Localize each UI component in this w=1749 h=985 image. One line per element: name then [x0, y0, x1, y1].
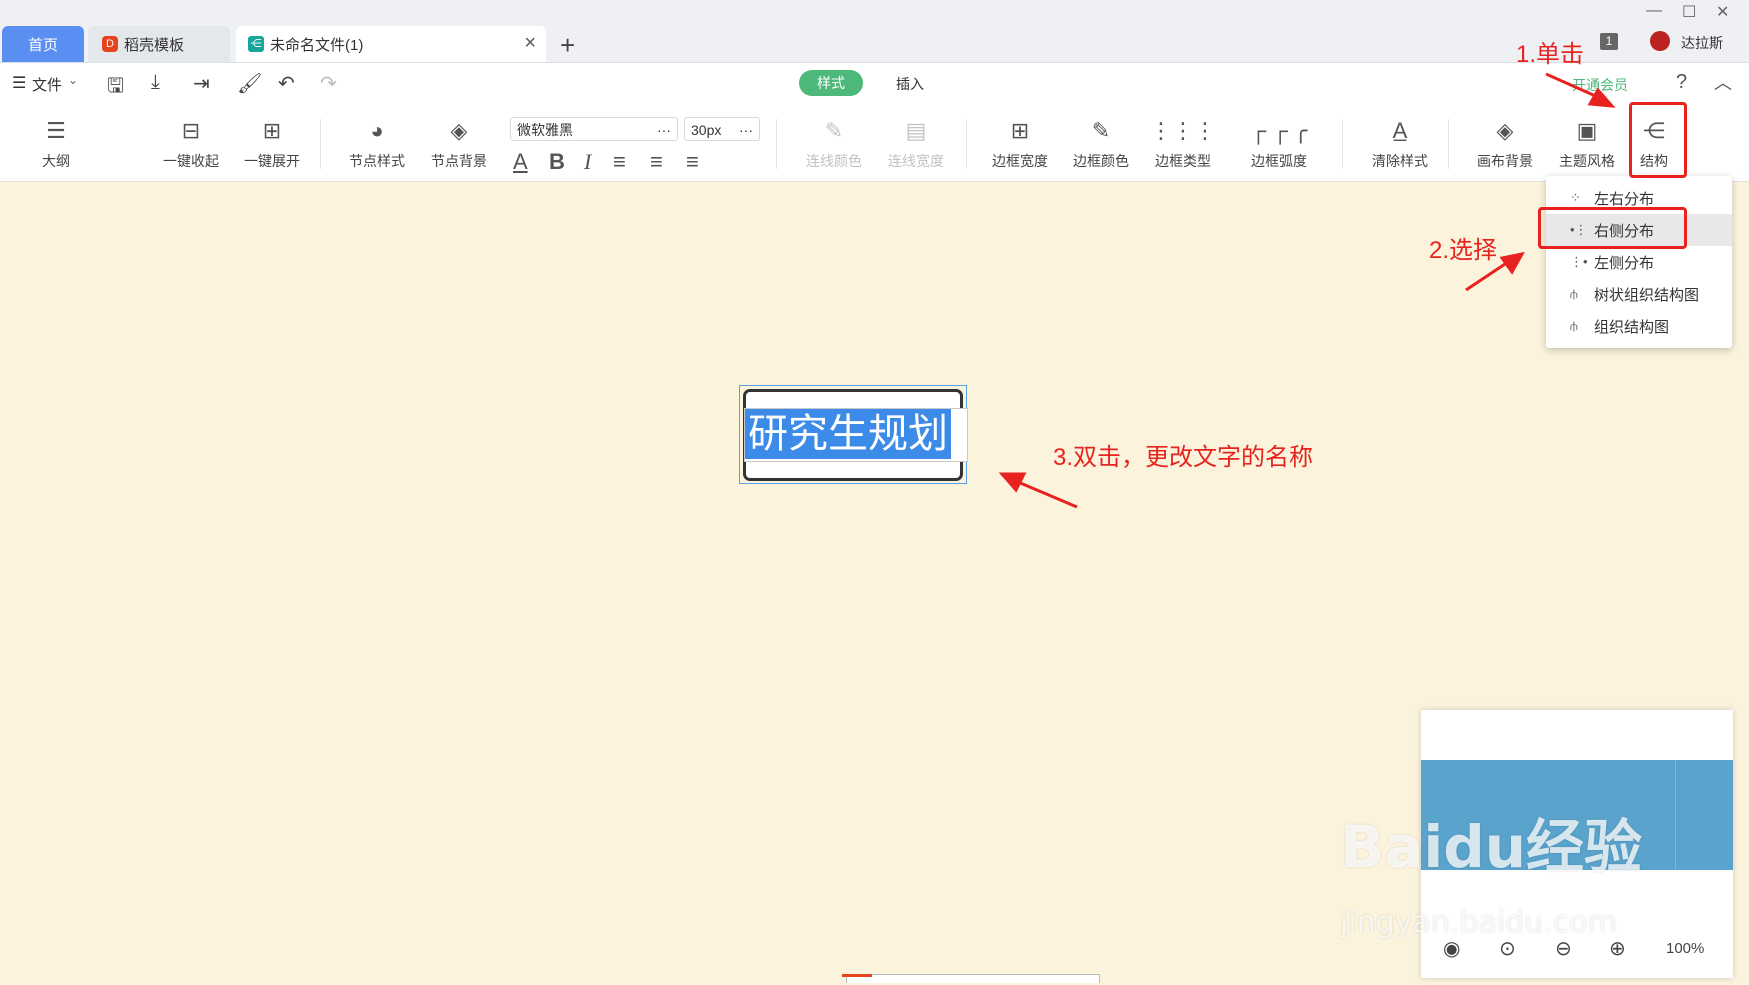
zoom-level: 100% [1666, 940, 1705, 957]
arrow-step3-head [998, 472, 1027, 493]
arrow-step3-line [1017, 480, 1078, 509]
arrow-step1-line [1545, 72, 1601, 100]
arrow-step2-head [1499, 251, 1525, 275]
minimap-divider [1675, 760, 1676, 870]
arrow-step1-head [1587, 87, 1616, 108]
watermark-logo: Baidu经验 [1340, 813, 1643, 881]
arrow-step2-line [1465, 260, 1509, 292]
bottom-marker [842, 974, 872, 985]
watermark-url: jingyan.baidu.com [1340, 905, 1617, 940]
